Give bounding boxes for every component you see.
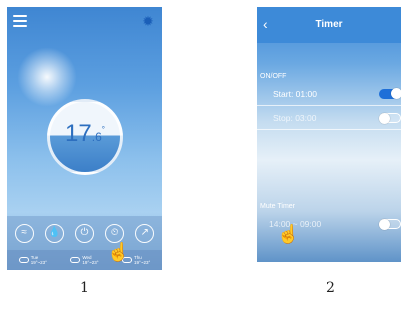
forecast-temp: 19°~23° [30,260,47,265]
weather-forecast-strip: Tue 19°~23° Wed 19°~23° Thu 19°~23° [7,250,162,270]
bottom-control-bar: ≈ 💧 ⏻ ⏲ ↗ [7,216,162,250]
phone-screen-main: ✹ 17.6° ≈ 💧 ⏻ ⏲ ↗ Tue 19°~23° Wed 19°~23° … [7,7,162,270]
timer-header: ‹ Timer [257,7,401,43]
start-time-label: Start: 01:00 [273,89,317,99]
stop-toggle[interactable] [379,113,401,124]
menu-icon[interactable] [13,15,27,27]
power-icon[interactable]: ⏻ [74,223,94,243]
stop-time-label: Stop: 03:00 [273,113,317,123]
caption-screen-1: 1 [80,280,89,296]
mute-timer-section-label: Mute Timer [260,203,296,210]
forecast-day: Wed 19°~23° [70,255,99,265]
fan-icon[interactable]: ≈ [14,223,34,243]
caption-screen-2: 2 [326,280,335,296]
temperature-readout: 17.6° [50,120,120,148]
pointing-hand-icon: ☝ [107,242,130,262]
stats-icon[interactable]: ↗ [135,223,155,243]
onoff-section-label: ON/OFF [260,73,287,80]
water-drop-icon[interactable]: 💧 [44,223,64,243]
temperature-dial: 17.6° [47,99,123,175]
pointing-hand-icon: ☝ [277,224,300,244]
forecast-day: Tue 19°~23° [18,255,47,265]
cloud-icon [18,257,29,263]
sun-glare [17,47,77,107]
gear-icon[interactable]: ✹ [141,14,155,28]
timer-icon[interactable]: ⏲ [105,223,125,243]
start-toggle[interactable] [379,88,401,99]
page-title: Timer [315,19,343,30]
start-timer-row[interactable]: Start: 01:00 [257,83,401,106]
phone-screen-timer: ‹ Timer ON/OFF Start: 01:00 Stop: 03:00 … [257,7,401,262]
temperature-degree: ° [101,125,105,134]
forecast-temp: 19°~23° [82,260,99,265]
mute-toggle[interactable] [379,219,401,230]
temperature-whole: 17 [65,120,92,147]
forecast-temp: 19°~23° [134,260,151,265]
stop-timer-row[interactable]: Stop: 03:00 [257,107,401,130]
temperature-decimal: .6 [91,130,102,144]
cloud-icon [70,257,81,263]
